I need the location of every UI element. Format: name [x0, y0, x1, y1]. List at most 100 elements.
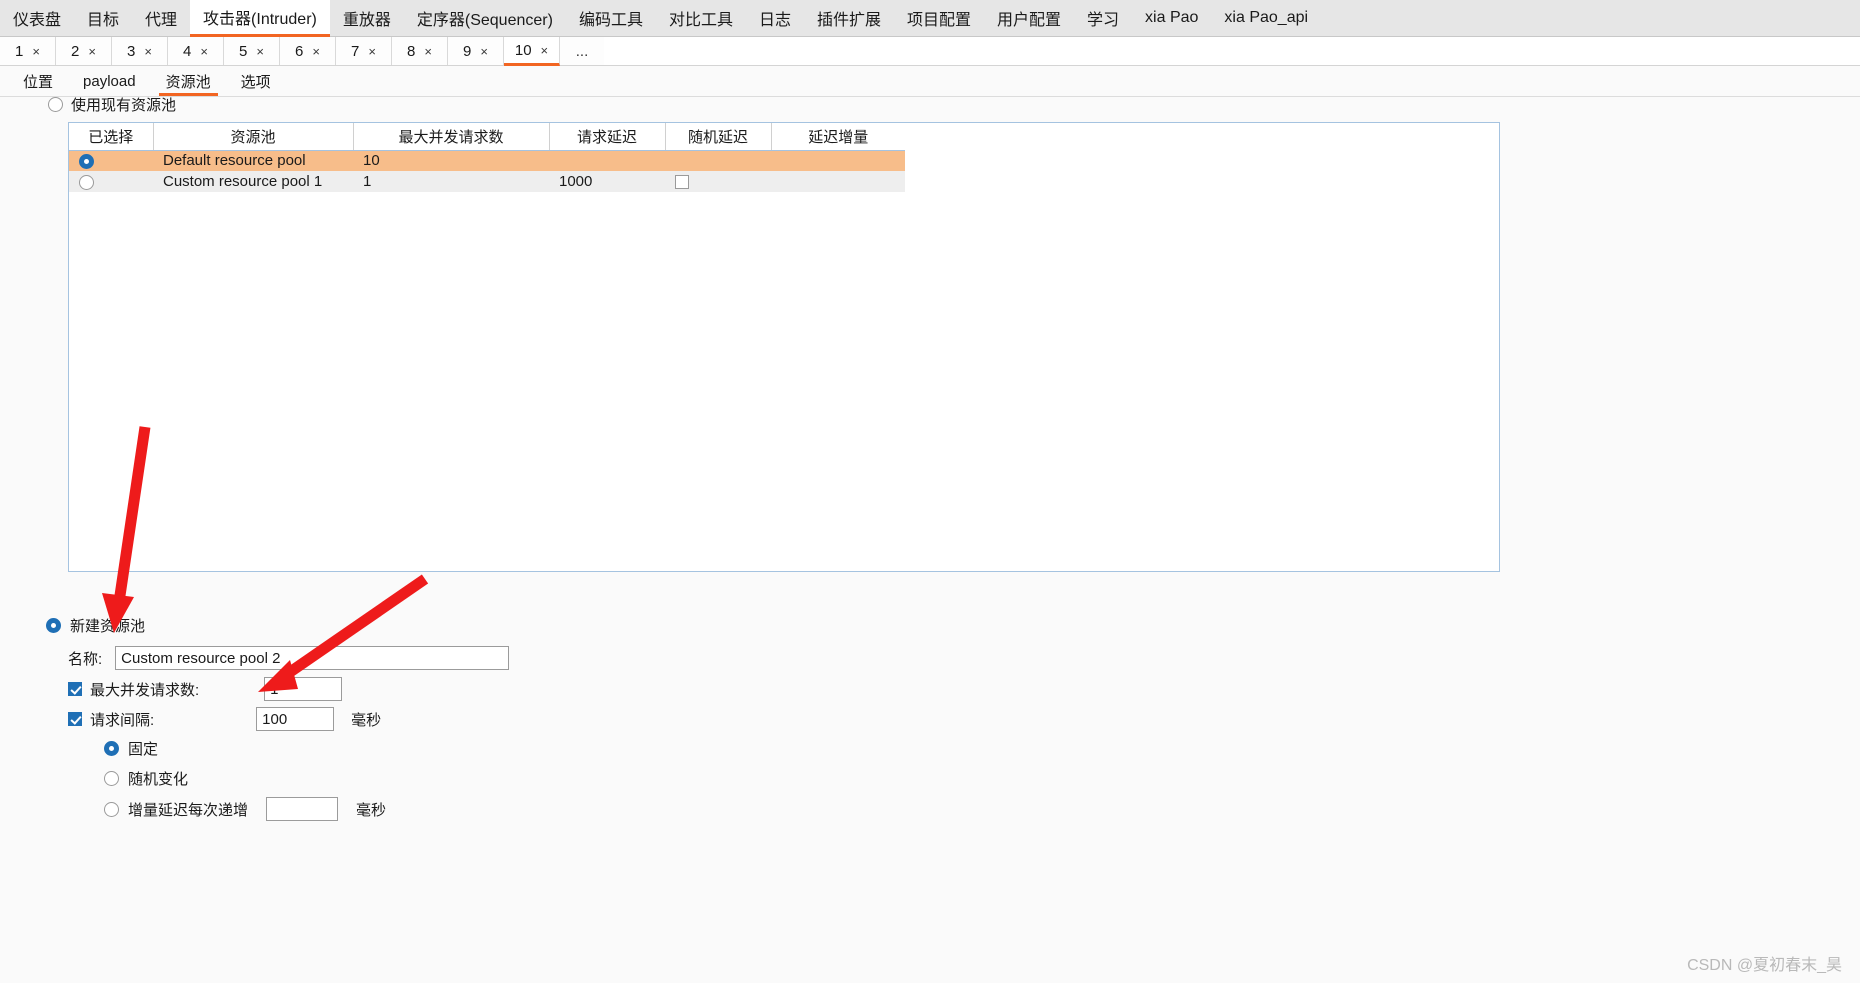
main-tab-label: 项目配置 — [907, 12, 972, 29]
main-tab-target[interactable]: 目标 — [74, 0, 133, 36]
interval-option-label: 随机变化 — [128, 771, 189, 788]
main-tab-label: 编码工具 — [578, 12, 643, 29]
cell-random-delay[interactable] — [665, 171, 771, 192]
attack-tab-7[interactable]: 7 × — [336, 37, 392, 65]
main-tab-label: xia Pao_api — [1224, 9, 1309, 26]
close-icon[interactable]: × — [256, 45, 264, 58]
close-icon[interactable]: × — [88, 45, 96, 58]
attack-tab-4[interactable]: 4 × — [168, 37, 224, 65]
sub-tab-resource-pool[interactable]: 资源池 — [151, 66, 226, 96]
main-tab-intruder[interactable]: 攻击器(Intruder) — [190, 0, 330, 37]
main-tab-repeater[interactable]: 重放器 — [329, 0, 404, 36]
request-interval-row: 请求间隔: 毫秒 — [68, 707, 381, 731]
attack-tab-8[interactable]: 8 × — [392, 37, 448, 65]
use-existing-pool-label: 使用现有资源池 — [71, 96, 177, 114]
cell-delay-increment — [771, 171, 905, 192]
attack-tab-label: 9 — [463, 42, 472, 60]
main-tab-sequencer[interactable]: 定序器(Sequencer) — [403, 0, 566, 36]
interval-option-random[interactable]: 随机变化 — [104, 768, 188, 789]
radio-interval-random[interactable] — [104, 771, 119, 786]
close-icon[interactable]: × — [368, 45, 376, 58]
column-header-request-delay[interactable]: 请求延迟 — [549, 123, 666, 151]
close-icon[interactable]: × — [541, 44, 549, 57]
column-header-random-delay[interactable]: 随机延迟 — [665, 123, 772, 151]
close-icon[interactable]: × — [480, 45, 488, 58]
interval-option-incremental[interactable]: 增量延迟每次递增 毫秒 — [104, 797, 386, 821]
attack-tab-label: 8 — [407, 42, 416, 60]
main-tab-xia-pao-api[interactable]: xia Pao_api — [1211, 0, 1322, 36]
create-new-pool-option[interactable]: 新建资源池 — [46, 615, 145, 636]
main-tab-xia-pao[interactable]: xia Pao — [1132, 0, 1212, 36]
main-tab-bar: 仪表盘 目标 代理 攻击器(Intruder) 重放器 定序器(Sequence… — [0, 0, 1860, 37]
attack-tab-5[interactable]: 5 × — [224, 37, 280, 65]
sub-tab-label: 选项 — [240, 73, 271, 91]
cell-max-concurrent: 10 — [353, 150, 549, 171]
main-tab-label: 用户配置 — [997, 12, 1062, 29]
close-icon[interactable]: × — [200, 45, 208, 58]
main-tab-label: 对比工具 — [668, 12, 733, 29]
main-tab-project-settings[interactable]: 项目配置 — [894, 0, 985, 36]
use-existing-pool-option[interactable]: 使用现有资源池 — [48, 93, 176, 115]
radio-create-new-pool[interactable] — [46, 618, 61, 633]
close-icon[interactable]: × — [312, 45, 320, 58]
row-select-cell[interactable] — [69, 171, 153, 192]
main-tab-proxy[interactable]: 代理 — [132, 0, 191, 36]
intruder-sub-tab-bar: 位置 payload 资源池 选项 — [0, 66, 1860, 97]
radio-interval-fixed[interactable] — [104, 741, 119, 756]
main-tab-decoder[interactable]: 编码工具 — [565, 0, 656, 36]
radio-select-pool[interactable] — [79, 153, 94, 169]
main-tab-learn[interactable]: 学习 — [1074, 0, 1133, 36]
sub-tab-payload[interactable]: payload — [68, 66, 151, 96]
close-icon[interactable]: × — [144, 45, 152, 58]
checkbox-request-interval[interactable] — [68, 712, 82, 726]
column-header-pool[interactable]: 资源池 — [153, 123, 354, 151]
sub-tab-label: 位置 — [23, 73, 54, 91]
main-tab-label: 学习 — [1087, 12, 1120, 29]
close-icon[interactable]: × — [32, 45, 40, 58]
radio-interval-incremental[interactable] — [104, 801, 119, 817]
max-concurrent-input[interactable] — [264, 677, 343, 701]
checkbox-max-concurrent[interactable] — [68, 682, 82, 696]
table-row[interactable]: Default resource pool 10 — [69, 150, 905, 171]
pool-name-input[interactable] — [115, 646, 510, 670]
attack-tab-overflow[interactable]: ... — [560, 37, 604, 65]
main-tab-label: 目标 — [87, 12, 120, 29]
attack-tab-6[interactable]: 6 × — [280, 37, 336, 65]
row-select-cell[interactable] — [69, 150, 153, 171]
sub-tab-label: payload — [83, 72, 136, 90]
resource-pool-table-panel: 已选择 资源池 最大并发请求数 请求延迟 随机延迟 延迟增量 Default r… — [68, 122, 1500, 572]
main-tab-logger[interactable]: 日志 — [745, 0, 804, 36]
increment-step-input[interactable] — [266, 797, 339, 821]
attack-tab-3[interactable]: 3 × — [112, 37, 168, 65]
sub-tab-positions[interactable]: 位置 — [8, 66, 68, 96]
cell-random-delay — [665, 150, 771, 171]
attack-tab-9[interactable]: 9 × — [448, 37, 504, 65]
interval-option-label: 固定 — [128, 741, 159, 758]
attack-tab-label: 5 — [239, 42, 248, 60]
table-row[interactable]: Custom resource pool 1 1 1000 — [69, 171, 905, 192]
main-tab-extensions[interactable]: 插件扩展 — [803, 0, 894, 36]
close-icon[interactable]: × — [424, 45, 432, 58]
interval-option-fixed[interactable]: 固定 — [104, 738, 158, 759]
cell-request-delay — [549, 150, 665, 171]
main-tab-label: 定序器(Sequencer) — [416, 12, 553, 29]
resource-pool-table: 已选择 资源池 最大并发请求数 请求延迟 随机延迟 延迟增量 Default r… — [69, 123, 905, 192]
radio-use-existing-pool[interactable] — [48, 96, 63, 112]
create-new-pool-label: 新建资源池 — [70, 618, 146, 635]
attack-tab-overflow-label: ... — [575, 42, 589, 60]
main-tab-dashboard[interactable]: 仪表盘 — [0, 0, 75, 36]
attack-tab-10[interactable]: 10 × — [504, 37, 560, 66]
column-header-delay-increment[interactable]: 延迟增量 — [771, 123, 905, 151]
sub-tab-options[interactable]: 选项 — [226, 66, 286, 96]
main-tab-label: 重放器 — [342, 12, 391, 29]
attack-tab-2[interactable]: 2 × — [56, 37, 112, 65]
radio-select-pool[interactable] — [79, 174, 94, 190]
attack-tab-1[interactable]: 1 × — [0, 37, 56, 65]
increment-step-unit: 毫秒 — [356, 801, 387, 819]
main-tab-comparer[interactable]: 对比工具 — [655, 0, 746, 36]
request-interval-input[interactable] — [256, 707, 335, 731]
column-header-max-concurrent[interactable]: 最大并发请求数 — [353, 123, 550, 151]
main-tab-user-settings[interactable]: 用户配置 — [984, 0, 1075, 36]
checkbox-random-delay[interactable] — [675, 175, 689, 190]
column-header-selected[interactable]: 已选择 — [69, 123, 154, 151]
